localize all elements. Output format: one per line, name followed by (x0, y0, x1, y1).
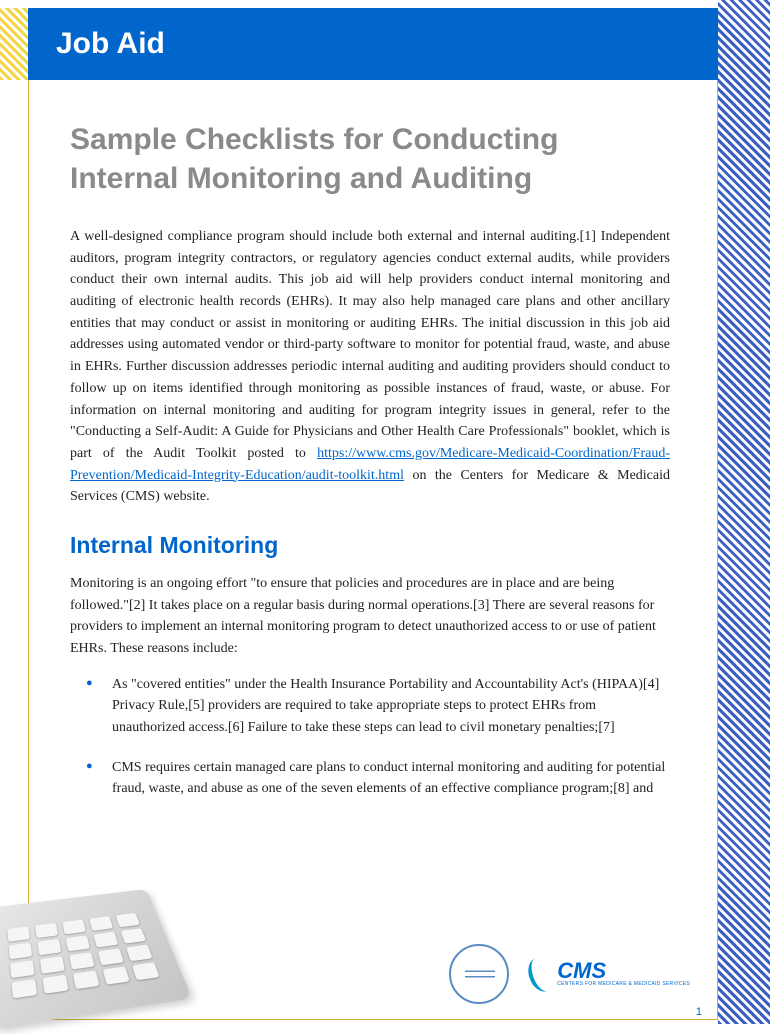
footer-logos: CMS CENTERS FOR MEDICARE & MEDICAID SERV… (449, 944, 690, 1004)
cms-logo-subtitle: CENTERS FOR MEDICARE & MEDICAID SERVICES (557, 981, 690, 987)
hhs-logo-icon (449, 944, 509, 1004)
document-title: Sample Checklists for Conducting Interna… (70, 120, 670, 198)
cms-logo: CMS CENTERS FOR MEDICARE & MEDICAID SERV… (529, 957, 690, 992)
main-content: Sample Checklists for Conducting Interna… (70, 120, 670, 818)
page-number: 1 (696, 1006, 702, 1018)
intro-text-part1: A well-designed compliance program shoul… (70, 229, 670, 461)
list-item: CMS requires certain managed care plans … (94, 757, 670, 800)
list-item: As "covered entities" under the Health I… (94, 674, 670, 739)
calculator-image (0, 854, 200, 1034)
bullet-list: As "covered entities" under the Health I… (70, 674, 670, 800)
intro-paragraph: A well-designed compliance program shoul… (70, 226, 670, 508)
right-decorative-stripe (718, 0, 770, 1024)
section-body: Monitoring is an ongoing effort "to ensu… (70, 573, 670, 660)
cms-logo-text: CMS (557, 961, 690, 981)
cms-swoosh-icon (524, 953, 559, 994)
header-bar: Job Aid (28, 8, 718, 80)
left-decorative-stripe (0, 8, 28, 80)
header-label: Job Aid (56, 27, 165, 61)
section-heading: Internal Monitoring (70, 532, 670, 559)
